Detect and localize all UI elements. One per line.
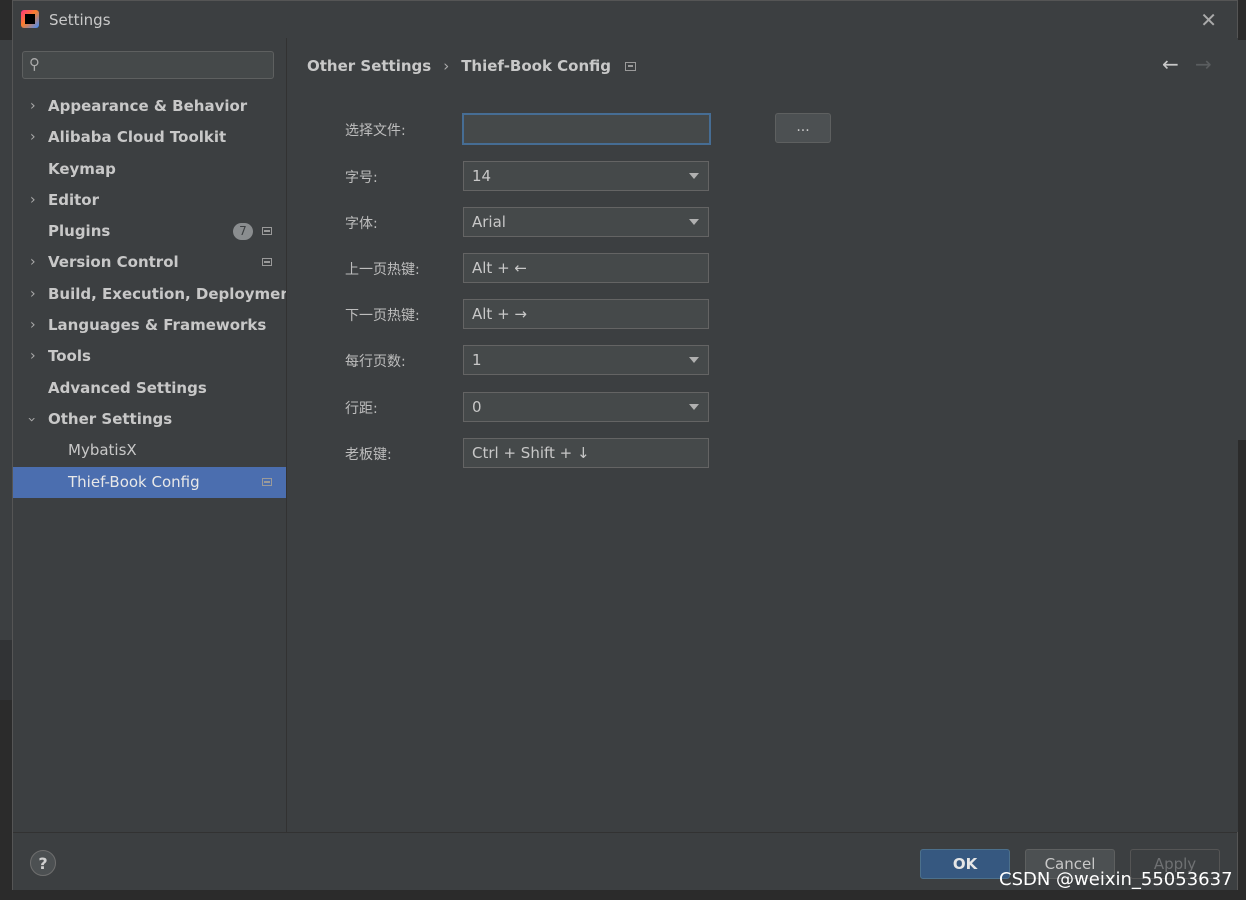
font-size-row: 字号: 14 [345, 161, 815, 191]
sidebar-item-label: Plugins [48, 222, 111, 241]
settings-content: Other Settings › Thief-Book Config ← → 选择文… [286, 38, 1238, 832]
intellij-logo-icon [21, 10, 39, 28]
sidebar-item-label: Version Control [48, 253, 179, 272]
font-label: 字体: [345, 216, 378, 232]
sidebar-item-label: Tools [48, 347, 91, 366]
breadcrumb: Other Settings › Thief-Book Config [307, 57, 637, 75]
sidebar-item-label: Advanced Settings [48, 378, 207, 397]
dropdown-arrow-icon [689, 357, 699, 363]
sidebar-item-label: Editor [48, 190, 99, 209]
plugins-update-badge: 7 [233, 223, 253, 241]
file-label: 选择文件: [345, 123, 406, 139]
font-size-select[interactable]: 14 [463, 161, 709, 191]
chevron-right-icon[interactable]: › [30, 341, 36, 372]
chevron-right-icon[interactable]: › [30, 122, 36, 153]
sidebar-item-thief-book-config[interactable]: Thief-Book Config [13, 466, 286, 498]
sidebar-item-editor[interactable]: › Editor [13, 185, 286, 216]
font-value: Arial [472, 213, 506, 231]
window-title: Settings [49, 11, 111, 29]
chevron-right-icon[interactable]: › [30, 247, 36, 278]
chevron-right-icon[interactable]: › [30, 279, 36, 310]
next-page-hotkey-row: 下一页热键: Alt + → [345, 299, 815, 329]
background-ide-left [0, 0, 12, 900]
breadcrumb-parent[interactable]: Other Settings [307, 57, 431, 75]
file-path-input[interactable] [462, 113, 711, 145]
sidebar-item-keymap[interactable]: Keymap [13, 154, 286, 185]
sidebar-item-label: Other Settings [48, 409, 173, 428]
line-spacing-value: 0 [472, 398, 482, 416]
sidebar-item-version-control[interactable]: › Version Control [13, 247, 286, 278]
settings-sidebar: ⚲ › Appearance & Behavior › Alibaba Clou… [13, 38, 298, 832]
next-page-hotkey-input[interactable]: Alt + → [463, 299, 709, 329]
sidebar-item-build-execution-deployment[interactable]: › Build, Execution, Deployment [13, 279, 298, 310]
close-icon[interactable]: ✕ [1200, 8, 1217, 32]
pages-per-line-label: 每行页数: [345, 354, 406, 370]
settings-tree: › Appearance & Behavior › Alibaba Cloud … [13, 91, 298, 498]
sidebar-item-label: Alibaba Cloud Toolkit [48, 128, 227, 147]
settings-search[interactable]: ⚲ [22, 51, 274, 79]
pages-per-line-select[interactable]: 1 [463, 345, 709, 375]
sidebar-item-label: MybatisX [68, 441, 137, 460]
ok-button[interactable]: OK [920, 849, 1010, 879]
sidebar-item-label: Languages & Frameworks [48, 316, 267, 335]
sidebar-item-advanced-settings[interactable]: Advanced Settings [13, 373, 286, 404]
sidebar-item-plugins[interactable]: Plugins 7 [13, 216, 286, 247]
line-spacing-label: 行距: [345, 401, 378, 417]
file-row: 选择文件: ... [345, 113, 831, 145]
dropdown-arrow-icon [689, 219, 699, 225]
breadcrumb-current: Thief-Book Config [461, 57, 612, 75]
boss-key-input[interactable]: Ctrl + Shift + ↓ [463, 438, 709, 468]
sidebar-item-alibaba-cloud-toolkit[interactable]: › Alibaba Cloud Toolkit [13, 122, 286, 153]
search-input[interactable] [53, 54, 267, 78]
next-page-hotkey-label: 下一页热键: [345, 308, 420, 324]
project-settings-icon [625, 62, 637, 71]
chevron-right-icon[interactable]: › [30, 185, 36, 216]
chevron-right-icon[interactable]: › [30, 310, 36, 341]
help-button[interactable]: ? [30, 850, 56, 876]
title-bar: Settings ✕ [13, 1, 1237, 39]
pages-per-line-value: 1 [472, 351, 482, 369]
dropdown-arrow-icon [689, 173, 699, 179]
settings-dialog: Settings ✕ ⚲ › Appearance & Behavior › A… [12, 0, 1238, 890]
sidebar-item-languages-frameworks[interactable]: › Languages & Frameworks [13, 310, 286, 341]
chevron-down-icon[interactable]: › [15, 417, 46, 423]
sidebar-item-label: Appearance & Behavior [48, 97, 248, 115]
project-settings-icon [262, 227, 272, 236]
sidebar-item-tools[interactable]: › Tools [13, 341, 286, 372]
search-icon: ⚲ [29, 55, 40, 73]
prev-page-hotkey-label: 上一页热键: [345, 262, 420, 278]
boss-key-label: 老板键: [345, 447, 392, 463]
sidebar-item-label: Build, Execution, Deployment [48, 284, 299, 303]
boss-key-row: 老板键: Ctrl + Shift + ↓ [345, 438, 815, 468]
project-settings-icon [262, 477, 272, 486]
line-spacing-row: 行距: 0 [345, 392, 815, 422]
sidebar-item-mybatisx[interactable]: MybatisX [13, 435, 286, 466]
chevron-right-icon[interactable]: › [30, 91, 36, 122]
dropdown-arrow-icon [689, 404, 699, 410]
font-select[interactable]: Arial [463, 207, 709, 237]
background-ide-right [1238, 0, 1246, 900]
line-spacing-select[interactable]: 0 [463, 392, 709, 422]
csdn-watermark: CSDN @weixin_55053637 [999, 869, 1233, 890]
breadcrumb-separator-icon: › [443, 57, 450, 75]
font-size-label: 字号: [345, 170, 378, 186]
sidebar-item-appearance-behavior[interactable]: › Appearance & Behavior [13, 91, 286, 122]
browse-button[interactable]: ... [775, 113, 831, 143]
prev-page-hotkey-row: 上一页热键: Alt + ← [345, 253, 815, 283]
prev-page-hotkey-input[interactable]: Alt + ← [463, 253, 709, 283]
back-arrow-icon[interactable]: ← [1162, 52, 1179, 76]
forward-arrow-icon[interactable]: → [1195, 52, 1212, 76]
sidebar-item-other-settings[interactable]: › Other Settings [13, 404, 286, 435]
font-size-value: 14 [472, 167, 492, 185]
project-settings-icon [262, 258, 272, 267]
sidebar-item-label: Thief-Book Config [68, 472, 200, 491]
sidebar-item-label: Keymap [48, 159, 116, 178]
font-row: 字体: Arial [345, 207, 815, 237]
pages-per-line-row: 每行页数: 1 [345, 345, 815, 375]
